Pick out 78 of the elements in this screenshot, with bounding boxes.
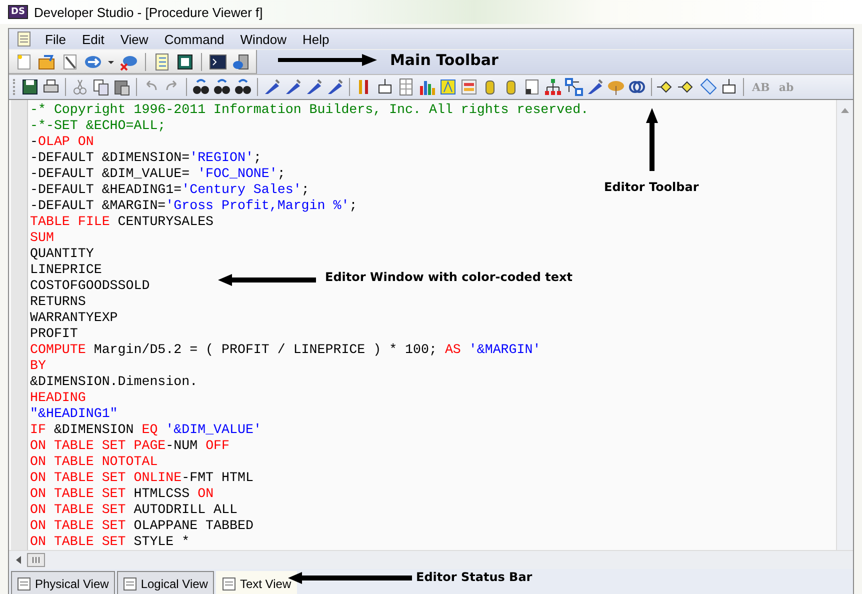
box-arrow-icon[interactable] — [720, 78, 738, 96]
server-icon[interactable] — [232, 52, 250, 70]
formula-icon[interactable] — [439, 78, 457, 96]
code-line: -DEFAULT &DIM_VALUE= 'FOC_NONE'; — [30, 166, 286, 182]
sql-pencil-icon[interactable] — [586, 78, 604, 96]
form-icon[interactable] — [460, 78, 478, 96]
rings-icon[interactable] — [628, 78, 646, 96]
code-line: ON TABLE SET HTMLCSS ON — [30, 486, 214, 502]
pointer-arrow — [645, 107, 659, 171]
pencil-icon[interactable] — [61, 52, 79, 70]
bar-chart-icon[interactable] — [418, 78, 436, 96]
app-icon: DS — [8, 5, 28, 19]
code-line: ON TABLE SET PAGE-NUM OFF — [30, 438, 230, 454]
pen-icon[interactable] — [326, 78, 344, 96]
code-line: ON TABLE NOTOTAL — [30, 454, 158, 470]
view-tab[interactable]: Text View — [216, 571, 298, 594]
vertical-scrollbar[interactable] — [836, 100, 853, 550]
callout-label: Editor Window with color-coded text — [325, 270, 572, 284]
tag-icon[interactable] — [699, 78, 717, 96]
code-line: SUM — [30, 230, 54, 246]
code-line: WARRANTYEXP — [30, 310, 118, 326]
binoculars-icon[interactable] — [192, 78, 210, 96]
grid-document-icon[interactable] — [397, 78, 415, 96]
menu-item[interactable]: View — [112, 32, 156, 46]
tab-document-icon — [222, 576, 236, 590]
terminal-icon[interactable] — [209, 52, 227, 70]
view-tab[interactable]: Physical View — [11, 571, 115, 594]
binoculars-icon[interactable] — [213, 78, 231, 96]
horizontal-scrollbar[interactable] — [9, 550, 853, 569]
paste-icon[interactable] — [113, 78, 131, 96]
code-line: COMPUTE Margin/D5.2 = ( PROFIT / LINEPRICE ) * 100; AS '&MARGIN' — [30, 342, 541, 358]
pen-icon[interactable] — [305, 78, 323, 96]
scrollbar-thumb[interactable] — [27, 553, 45, 567]
view-tab[interactable]: Logical View — [116, 571, 214, 594]
code-line: PROFIT — [30, 326, 78, 342]
code-line: ON TABLE SET STYLE * — [30, 534, 190, 550]
code-line: BY — [30, 358, 46, 374]
scissors-icon[interactable] — [71, 78, 89, 96]
window-title: Developer Studio - [Procedure Viewer f] — [34, 4, 263, 20]
code-line: RETURNS — [30, 294, 86, 310]
copy-icon[interactable] — [92, 78, 110, 96]
code-line: IF &DIMENSION EQ '&DIM_VALUE' — [30, 422, 262, 438]
code-line: -DEFAULT &DIMENSION='REGION'; — [30, 150, 262, 166]
new-document-icon[interactable] — [15, 52, 33, 70]
callout-label: Main Toolbar — [390, 51, 498, 69]
callout-label: Editor Toolbar — [604, 180, 699, 194]
code-line: ON TABLE SET OLAPPANE TABBED — [30, 518, 254, 534]
menu-item[interactable]: Window — [232, 32, 295, 46]
pen-icon[interactable] — [263, 78, 281, 96]
code-line: -DEFAULT &MARGIN='Gross Profit,Margin %'; — [30, 198, 358, 214]
document-icon[interactable] — [523, 78, 541, 96]
code-line: TABLE FILE CENTURYSALES — [30, 214, 214, 230]
code-line: -OLAP ON — [30, 134, 94, 150]
open-folder-icon[interactable] — [38, 52, 56, 70]
code-line: HEADING — [30, 390, 86, 406]
pen-icon[interactable] — [284, 78, 302, 96]
scroll-left-icon[interactable] — [15, 555, 23, 565]
code-line: ON TABLE SET ONLINE-FMT HTML — [30, 470, 254, 486]
code-line: ON TABLE SET AUTODRILL ALL — [30, 502, 238, 518]
menu-item[interactable]: File — [37, 32, 74, 46]
tab-document-icon — [17, 576, 31, 590]
save-icon[interactable] — [21, 78, 39, 96]
callout-label: Editor Status Bar — [416, 570, 532, 584]
menu-item[interactable]: Command — [156, 32, 232, 46]
code-line: -*-SET &ECHO=ALL; — [30, 118, 166, 134]
menu-item[interactable]: Help — [294, 32, 338, 46]
code-line: -* Copyright 1996-2011 Information Builders, Inc. All rights reserved. — [30, 102, 589, 118]
binoculars-icon[interactable] — [234, 78, 252, 96]
network-icon[interactable] — [565, 78, 583, 96]
code-line: LINEPRICE — [30, 262, 102, 278]
code-line: COSTOFGOODSSOLD — [30, 278, 150, 294]
code-line: QUANTITY — [30, 246, 94, 262]
code-line: -DEFAULT &HEADING1='Century Sales'; — [30, 182, 310, 198]
menu-item[interactable]: Edit — [74, 32, 112, 46]
tab-document-icon — [122, 576, 137, 590]
code-line: &DIMENSION.Dimension. — [30, 374, 198, 390]
tree-icon[interactable] — [544, 78, 562, 96]
code-line: "&HEADING1" — [30, 406, 118, 422]
